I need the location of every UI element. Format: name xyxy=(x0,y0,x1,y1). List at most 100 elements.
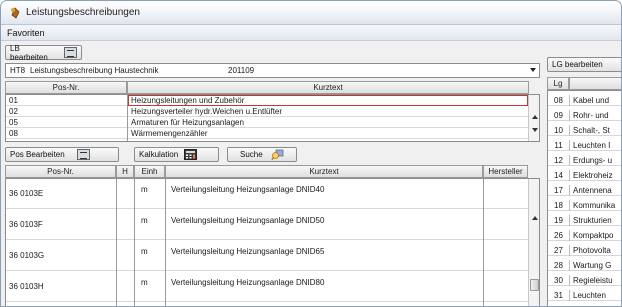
list-item[interactable]: 27 Photovolta xyxy=(548,245,621,256)
lg-num: 10 xyxy=(548,125,570,136)
row-text: Verteilungsleitung Heizungsanlage DNID40 xyxy=(171,185,325,194)
col-header-kurztext[interactable]: Kurztext xyxy=(127,81,529,94)
lg-num: 31 xyxy=(548,290,570,301)
table-row[interactable]: 02 Heizungsverteiler hydr.Weichen u.Entl… xyxy=(6,106,539,117)
row-text: Armaturen für Heizungsanlagen xyxy=(131,118,244,127)
lg-edit-label: LG bearbeiten xyxy=(552,60,603,69)
lg-text: Photovolta xyxy=(573,246,611,255)
list-item[interactable]: 28 Wartung G xyxy=(548,260,621,271)
lg-num: 08 xyxy=(548,95,570,106)
suche-label: Suche xyxy=(240,150,263,159)
lb-version: 201109 xyxy=(228,66,255,75)
menu-favoriten[interactable]: Favoriten xyxy=(7,28,45,38)
lg-num: 28 xyxy=(548,260,570,271)
lb-edit-label: LB bearbeiten xyxy=(10,43,48,62)
table-icon xyxy=(64,47,77,58)
row-text: Heizungsverteiler hydr.Weichen u.Entlüft… xyxy=(131,107,283,116)
list-item[interactable]: 17 Antennena xyxy=(548,185,621,196)
table-row[interactable]: 36 0103E m Verteilungsleitung Heizungsan… xyxy=(6,179,539,209)
suche-button[interactable]: Suche xyxy=(227,147,297,162)
row-pos: 36 0103H xyxy=(9,282,44,291)
lg-num: 26 xyxy=(548,230,570,241)
table-row[interactable]: 05 Armaturen für Heizungsanlagen xyxy=(6,117,539,128)
col-header-lg[interactable]: Lg xyxy=(547,77,569,90)
col-header-pos-nr-detail[interactable]: Pos-Nr. xyxy=(5,165,116,178)
col-header-einh[interactable]: Einh xyxy=(134,165,165,178)
column-divider xyxy=(483,179,484,306)
lg-text: Leuchten xyxy=(573,291,606,300)
lg-num: 09 xyxy=(548,110,570,121)
row-pos: 05 xyxy=(9,118,18,127)
lg-num: 27 xyxy=(548,245,570,256)
lg-text: Schalt-, St xyxy=(573,126,610,135)
lb-top-scrollbar[interactable] xyxy=(528,95,539,141)
list-item[interactable]: 31 Leuchten xyxy=(548,290,621,301)
scroll-down-icon[interactable] xyxy=(532,128,538,132)
lg-text: Elektroheiz xyxy=(573,171,613,180)
list-item[interactable]: 14 Elektroheiz xyxy=(548,170,621,181)
lg-text: Erdungs- u xyxy=(573,156,613,165)
lg-text: Regieleistu xyxy=(573,276,613,285)
row-einh: m xyxy=(141,247,148,256)
row-einh: m xyxy=(141,278,148,287)
lg-num: 14 xyxy=(548,170,570,181)
list-item[interactable]: 09 Rohr- und xyxy=(548,110,621,121)
lb-name: Leistungsbeschreibung Haustechnik xyxy=(30,66,159,75)
column-divider xyxy=(127,95,128,141)
lb-edit-button[interactable]: LB bearbeiten xyxy=(5,43,82,62)
lg-num: 18 xyxy=(548,200,570,211)
col-header-lg-text[interactable] xyxy=(569,77,621,90)
dropdown-arrow-icon xyxy=(530,68,536,72)
lg-num: 17 xyxy=(548,185,570,196)
lg-edit-button[interactable]: LG bearbeiten xyxy=(547,57,621,72)
row-text: Wärmemengenzähler xyxy=(131,129,208,138)
column-divider xyxy=(134,179,135,306)
list-item[interactable]: 26 Kompaktpo xyxy=(548,230,621,241)
lg-text: Kompaktpo xyxy=(573,231,614,240)
lg-text: Kommunika xyxy=(573,201,616,210)
row-text: Verteilungsleitung Heizungsanlage DNID50 xyxy=(171,216,325,225)
search-icon xyxy=(270,149,284,160)
col-header-hersteller[interactable]: Hersteller xyxy=(483,165,528,178)
list-item[interactable]: 19 Strukturien xyxy=(548,215,621,226)
lb-select[interactable]: HT8 Leistungsbeschreibung Haustechnik 20… xyxy=(5,63,540,78)
list-item[interactable]: 12 Erdungs- u xyxy=(548,155,621,166)
row-text: Verteilungsleitung Heizungsanlage DNID65 xyxy=(171,247,325,256)
column-divider xyxy=(165,179,166,306)
lb-code: HT8 xyxy=(10,66,26,75)
calculator-icon xyxy=(184,149,198,160)
list-item[interactable]: 30 Regieleistu xyxy=(548,275,621,286)
lg-num: 11 xyxy=(548,140,570,151)
menu-bar: Favoriten xyxy=(1,25,621,41)
kalkulation-button[interactable]: Kalkulation xyxy=(134,147,219,162)
scroll-up-icon[interactable] xyxy=(532,216,538,220)
col-header-h[interactable]: H xyxy=(116,165,134,178)
pos-bearbeiten-button[interactable]: Pos Bearbeiten xyxy=(5,147,119,162)
table-row[interactable]: 36 0103G m Verteilungsleitung Heizungsan… xyxy=(6,241,539,271)
lg-num: 19 xyxy=(548,215,570,226)
lg-text: Strukturien xyxy=(573,216,612,225)
col-header-kurztext-detail[interactable]: Kurztext xyxy=(165,165,483,178)
list-item[interactable]: 18 Kommunika xyxy=(548,200,621,211)
list-item[interactable]: 11 Leuchten I xyxy=(548,140,621,151)
kalkulation-label: Kalkulation xyxy=(139,150,179,159)
row-einh: m xyxy=(141,216,148,225)
table-row[interactable]: 08 Wärmemengenzähler xyxy=(6,128,539,139)
list-item[interactable]: 10 Schalt-, St xyxy=(548,125,621,136)
row-pos: 08 xyxy=(9,129,18,138)
table-row[interactable]: 01 Heizungsleitungen und Zubehör xyxy=(6,95,539,106)
col-header-pos-nr[interactable]: Pos-Nr. xyxy=(5,81,127,94)
lg-num: 12 xyxy=(548,155,570,166)
table-row[interactable]: 36 0103H m Verteilungsleitung Heizungsan… xyxy=(6,272,539,302)
lb-positions-scrollbar[interactable] xyxy=(528,179,539,306)
table-row[interactable]: 36 0103F m Verteilungsleitung Heizungsan… xyxy=(6,210,539,240)
row-pos: 36 0103E xyxy=(9,189,44,198)
title-bar: Leistungsbeschreibungen xyxy=(1,1,621,25)
lg-num: 30 xyxy=(548,275,570,286)
scroll-thumb[interactable] xyxy=(530,279,539,291)
row-text: Verteilungsleitung Heizungsanlage DNID80 xyxy=(171,278,325,287)
lb-positions-grid: 36 0103E m Verteilungsleitung Heizungsan… xyxy=(5,178,540,306)
window-title: Leistungsbeschreibungen xyxy=(26,7,140,18)
scroll-up-icon[interactable] xyxy=(532,115,538,119)
list-item[interactable]: 08 Kabel und xyxy=(548,95,621,106)
